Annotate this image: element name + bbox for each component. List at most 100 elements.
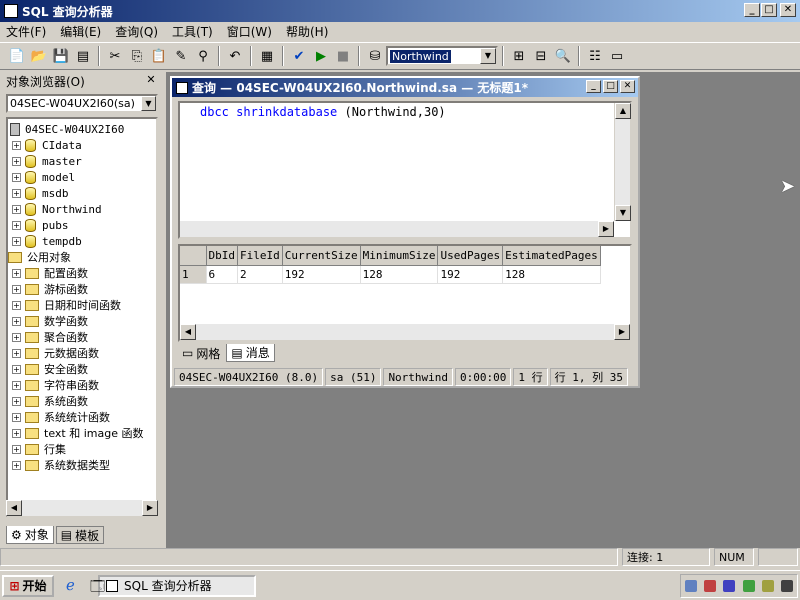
tree-db-item[interactable]: + pubs xyxy=(12,217,69,233)
expand-icon[interactable]: + xyxy=(12,156,21,166)
execute-query-icon[interactable]: ▶ xyxy=(310,45,332,67)
find-icon[interactable]: ⚲ xyxy=(192,45,214,67)
table-cell[interactable]: 192 xyxy=(282,265,361,284)
network-icon[interactable] xyxy=(684,580,697,592)
scroll-right-icon[interactable]: ▶ xyxy=(142,500,158,516)
table-cell[interactable]: 128 xyxy=(360,265,439,284)
table-cell[interactable]: 6 xyxy=(206,265,238,284)
column-header[interactable]: EstimatedPages xyxy=(502,246,601,266)
database-select[interactable]: Northwind ▼ xyxy=(386,46,498,66)
menu-window[interactable]: 窗口(W) xyxy=(227,23,272,40)
tree-category-item[interactable]: + 安全函数 xyxy=(12,361,88,377)
menu-help[interactable]: 帮助(H) xyxy=(286,23,328,40)
tree-category-item[interactable]: + 元数据函数 xyxy=(12,345,99,361)
query-close-button[interactable]: ✕ xyxy=(620,80,635,93)
tree-db-item[interactable]: + CIdata xyxy=(12,137,82,153)
tree-category-item[interactable]: + 字符串函数 xyxy=(12,377,99,393)
expand-icon[interactable]: + xyxy=(12,348,21,358)
expand-icon[interactable]: + xyxy=(12,460,21,470)
expand-icon[interactable]: + xyxy=(12,364,21,374)
copy-icon[interactable]: ⎘ xyxy=(126,45,148,67)
close-icon[interactable]: ✕ xyxy=(144,73,158,87)
tray-app-icon[interactable] xyxy=(761,580,774,592)
sql-service-icon[interactable] xyxy=(703,580,716,592)
tab-messages[interactable]: ▤ 消息 xyxy=(226,344,275,362)
chevron-down-icon[interactable]: ▼ xyxy=(480,48,496,64)
start-button[interactable]: ⊞ 开始 xyxy=(2,574,54,597)
insert-template-icon[interactable]: ▤ xyxy=(72,45,94,67)
expand-icon[interactable]: + xyxy=(12,284,21,294)
tree-category-item[interactable]: + 系统统计函数 xyxy=(12,409,110,425)
scroll-right-icon[interactable]: ▶ xyxy=(598,221,614,237)
tab-objects[interactable]: ⚙ 对象 xyxy=(6,526,54,544)
scroll-right-icon[interactable]: ▶ xyxy=(614,324,630,340)
tab-templates[interactable]: ▤ 模板 xyxy=(55,526,105,544)
expand-icon[interactable]: + xyxy=(12,204,21,214)
close-button[interactable]: ✕ xyxy=(780,3,796,17)
cancel-query-icon[interactable]: ■ xyxy=(332,45,354,67)
save-icon[interactable]: 💾 xyxy=(50,45,72,67)
expand-icon[interactable]: + xyxy=(12,428,21,438)
tray-app-icon[interactable] xyxy=(781,580,794,592)
query-editor[interactable]: dbcc shrinkdatabase (Northwind,30) ▲ ▼ ▶ xyxy=(178,101,632,239)
ie-icon[interactable]: ℯ xyxy=(66,576,75,594)
column-header[interactable]: FileId xyxy=(237,246,283,266)
table-cell[interactable]: 2 xyxy=(237,265,283,284)
column-header[interactable]: MinimumSize xyxy=(360,246,439,266)
tree-db-item[interactable]: + model xyxy=(12,169,75,185)
vertical-scrollbar[interactable]: ▲ ▼ xyxy=(614,103,631,221)
menu-tools[interactable]: 工具(T) xyxy=(172,23,213,40)
expand-icon[interactable]: + xyxy=(12,140,21,150)
column-header[interactable]: DbId xyxy=(206,246,238,266)
menu-file[interactable]: 文件(F) xyxy=(6,23,46,40)
expand-icon[interactable]: + xyxy=(12,332,21,342)
tree-category-item[interactable]: + 行集 xyxy=(12,441,66,457)
scroll-left-icon[interactable]: ◀ xyxy=(180,324,196,340)
object-search-icon[interactable]: 🔍 xyxy=(552,45,574,67)
results-grid[interactable]: DbId FileId CurrentSize MinimumSize Used… xyxy=(178,244,632,342)
tree-category-item[interactable]: + text 和 image 函数 xyxy=(12,425,143,441)
minimize-button[interactable]: _ xyxy=(744,3,760,17)
tree-common-objects[interactable]: 公用对象 xyxy=(8,249,71,265)
tab-grid[interactable]: ▭ 网格 xyxy=(178,344,224,362)
properties-icon[interactable]: ☷ xyxy=(584,45,606,67)
menu-edit[interactable]: 编辑(E) xyxy=(60,23,101,40)
paste-icon[interactable]: 📋 xyxy=(148,45,170,67)
tree-db-item[interactable]: + tempdb xyxy=(12,233,82,249)
open-icon[interactable]: 📂 xyxy=(28,45,50,67)
table-row[interactable]: 1 6 2 192 128 192 128 xyxy=(180,265,601,284)
expand-icon[interactable]: + xyxy=(12,444,21,454)
tree-category-item[interactable]: + 聚合函数 xyxy=(12,329,88,345)
expand-icon[interactable]: + xyxy=(12,316,21,326)
tree-category-item[interactable]: + 配置函数 xyxy=(12,265,88,281)
tray-app-icon[interactable] xyxy=(723,580,736,592)
expand-icon[interactable]: + xyxy=(12,396,21,406)
chevron-down-icon[interactable]: ▼ xyxy=(141,96,156,111)
query-minimize-button[interactable]: _ xyxy=(586,80,601,93)
expand-icon[interactable]: + xyxy=(12,412,21,422)
query-maximize-button[interactable]: □ xyxy=(603,80,618,93)
tree-category-item[interactable]: + 数学函数 xyxy=(12,313,88,329)
expand-icon[interactable]: + xyxy=(12,172,21,182)
undo-icon[interactable]: ↶ xyxy=(224,45,246,67)
tree-db-item[interactable]: + msdb xyxy=(12,185,69,201)
results-mode-icon[interactable]: ▦ xyxy=(256,45,278,67)
expand-icon[interactable]: + xyxy=(12,300,21,310)
cut-icon[interactable]: ✂ xyxy=(104,45,126,67)
scroll-down-icon[interactable]: ▼ xyxy=(615,205,631,221)
expand-icon[interactable]: + xyxy=(12,236,21,246)
taskbar-item[interactable]: SQL 查询分析器 xyxy=(98,574,256,597)
clear-window-icon[interactable]: ✎ xyxy=(170,45,192,67)
object-browser-icon[interactable]: ⊟ xyxy=(530,45,552,67)
horizontal-scrollbar[interactable]: ◀ ▶ xyxy=(180,324,630,340)
tree-category-item[interactable]: + 日期和时间函数 xyxy=(12,297,121,313)
expand-icon[interactable]: + xyxy=(12,268,21,278)
horizontal-scrollbar[interactable]: ▶ xyxy=(180,221,614,237)
expand-icon[interactable]: + xyxy=(12,380,21,390)
tree-db-item[interactable]: + Northwind xyxy=(12,201,102,217)
expand-icon[interactable]: + xyxy=(12,188,21,198)
tree-category-item[interactable]: + 游标函数 xyxy=(12,281,88,297)
column-header[interactable]: CurrentSize xyxy=(282,246,361,266)
parse-query-icon[interactable]: ✔ xyxy=(288,45,310,67)
server-select[interactable]: 04SEC-W04UX2I60(sa) ▼ xyxy=(6,94,158,113)
